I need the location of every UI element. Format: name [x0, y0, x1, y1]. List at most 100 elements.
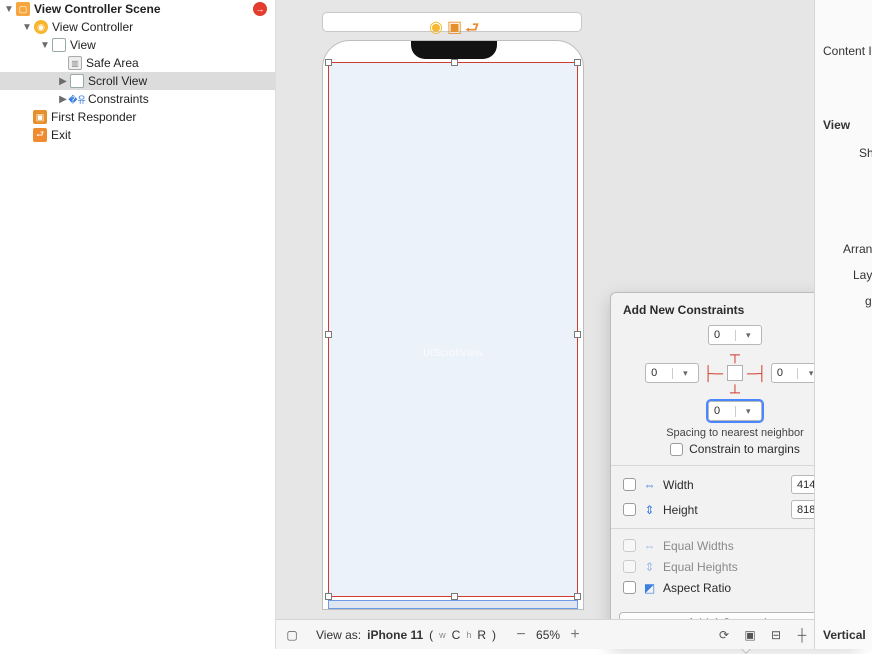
scrollview-row[interactable]: ▶ Scroll View: [0, 72, 275, 90]
home-indicator-area: [328, 600, 578, 609]
equal-widths-icon: ⇔: [642, 538, 657, 553]
scrollview-icon: [70, 74, 84, 88]
resize-handle[interactable]: [325, 59, 332, 66]
trait-c: C: [452, 628, 461, 642]
document-outline: ▼ ▢ View Controller Scene → ▼ ◉ View Con…: [0, 0, 276, 649]
disclosure-icon[interactable]: ▶: [58, 94, 68, 105]
viewcontroller-icon: ◉: [34, 20, 48, 34]
height-label: Height: [663, 503, 785, 517]
disclosure-icon[interactable]: ▼: [22, 22, 32, 33]
align-icon[interactable]: ⊟: [768, 627, 784, 643]
watermark-label: UIScrollView: [329, 348, 577, 359]
constrain-margins-checkbox[interactable]: [670, 443, 683, 456]
exit-icon: ⮐: [33, 128, 47, 142]
width-checkbox[interactable]: [623, 478, 636, 491]
outline-label: Scroll View: [88, 74, 147, 88]
disclosure-icon[interactable]: ▼: [40, 40, 50, 51]
viewas-device: iPhone 11: [367, 628, 423, 642]
constraints-row[interactable]: ▶ �유 Constraints: [0, 90, 275, 108]
width-label: Width: [663, 478, 785, 492]
inspector-panel: Content Ins View Sh Arran Lay g Vertical: [814, 0, 872, 649]
scene-dock[interactable]: ◉ ▣ ⮐: [322, 12, 582, 32]
viewas-open-paren: (: [429, 628, 433, 642]
device-config-icon[interactable]: ▢: [284, 627, 300, 643]
exit-dock-icon[interactable]: ⮐: [465, 17, 475, 27]
exit-row[interactable]: ⮐ Exit: [0, 126, 275, 144]
equal-widths-checkbox: [623, 539, 636, 552]
disclosure-icon[interactable]: ▼: [4, 4, 14, 15]
arrange-label: Arran: [843, 242, 872, 256]
top-spacing-field[interactable]: 0▾: [708, 325, 762, 345]
view-icon: [52, 38, 66, 52]
trait-r: R: [477, 628, 486, 642]
constraints-icon: �유: [70, 92, 84, 106]
device-frame: UIScrollView: [322, 40, 584, 610]
constrain-margins-label: Constrain to margins: [689, 442, 800, 456]
top-strut-icon[interactable]: ┬: [730, 347, 740, 361]
firstresponder-dock-icon[interactable]: ▣: [447, 17, 457, 27]
leading-spacing-field[interactable]: 0▾: [645, 363, 699, 383]
layout-label: Lay: [853, 268, 872, 282]
selected-scrollview[interactable]: UIScrollView: [328, 62, 578, 597]
view-section-header: View: [823, 118, 850, 132]
resize-handle[interactable]: [325, 331, 332, 338]
vc-dock-icon[interactable]: ◉: [429, 17, 439, 27]
resize-handle[interactable]: [451, 59, 458, 66]
resize-handle[interactable]: [451, 593, 458, 600]
aspect-ratio-label: Aspect Ratio: [663, 581, 731, 595]
firstresponder-icon: ▣: [33, 110, 47, 124]
content-insets-label: Content Ins: [823, 44, 872, 58]
trait-w: w: [439, 630, 446, 640]
outline-label: Safe Area: [86, 56, 139, 70]
bottom-spacing-field[interactable]: 0▾: [708, 401, 762, 421]
embed-in-icon[interactable]: ▣: [742, 627, 758, 643]
equal-heights-label: Equal Heights: [663, 560, 738, 574]
safearea-row[interactable]: ▥ Safe Area: [0, 54, 275, 72]
vc-row[interactable]: ▼ ◉ View Controller: [0, 18, 275, 36]
firstresponder-row[interactable]: ▣ First Responder: [0, 108, 275, 126]
trailing-strut-icon[interactable]: ─┤: [747, 366, 767, 380]
height-checkbox[interactable]: [623, 503, 636, 516]
trait-h: h: [466, 630, 471, 640]
outline-label: View: [70, 38, 96, 52]
update-frames-icon[interactable]: ⟳: [716, 627, 732, 643]
vertical-label: Vertical: [823, 628, 866, 642]
equal-heights-checkbox: [623, 560, 636, 573]
chevron-down-icon[interactable]: ▾: [672, 368, 699, 379]
device-notch: [411, 41, 497, 59]
resize-handle[interactable]: [574, 59, 581, 66]
view-row[interactable]: ▼ View: [0, 36, 275, 54]
pin-icon[interactable]: ┼: [794, 627, 810, 643]
safearea-icon: ▥: [68, 56, 82, 70]
zoom-level[interactable]: 65%: [536, 628, 560, 642]
zoom-out-button[interactable]: −: [512, 626, 530, 644]
storyboard-scene-icon: ▢: [16, 2, 30, 16]
resize-handle[interactable]: [574, 331, 581, 338]
equal-heights-icon: ⇕: [642, 559, 657, 574]
zoom-in-button[interactable]: +: [566, 626, 584, 644]
view-as-button[interactable]: View as: iPhone 11 ( w C h R ): [308, 628, 504, 642]
resize-handle[interactable]: [325, 593, 332, 600]
pin-center-icon: [727, 365, 743, 381]
disclosure-icon[interactable]: ▶: [58, 76, 68, 87]
height-icon: ⇕: [642, 502, 657, 517]
canvas-bottom-bar: ▢ View as: iPhone 11 ( w C h R ) − 65% +…: [276, 619, 872, 649]
bottom-strut-icon[interactable]: ┴: [730, 385, 740, 399]
scene-row[interactable]: ▼ ▢ View Controller Scene →: [0, 0, 275, 18]
chevron-down-icon[interactable]: ▾: [735, 330, 762, 341]
equal-widths-label: Equal Widths: [663, 539, 734, 553]
resize-handle[interactable]: [574, 593, 581, 600]
issue-indicator-icon[interactable]: →: [253, 2, 267, 16]
viewas-prefix: View as:: [316, 628, 361, 642]
scene-label: View Controller Scene: [34, 2, 161, 16]
leading-strut-icon[interactable]: ├─: [703, 366, 723, 380]
g-label: g: [865, 294, 872, 308]
viewas-close-paren: ): [492, 628, 496, 642]
outline-label: View Controller: [52, 20, 133, 34]
aspect-ratio-checkbox[interactable]: [623, 581, 636, 594]
width-icon: ⇔: [642, 477, 657, 492]
chevron-down-icon[interactable]: ▾: [735, 406, 762, 417]
aspect-ratio-icon: ◩: [642, 580, 657, 595]
outline-label: Constraints: [88, 92, 149, 106]
outline-label: Exit: [51, 128, 71, 142]
